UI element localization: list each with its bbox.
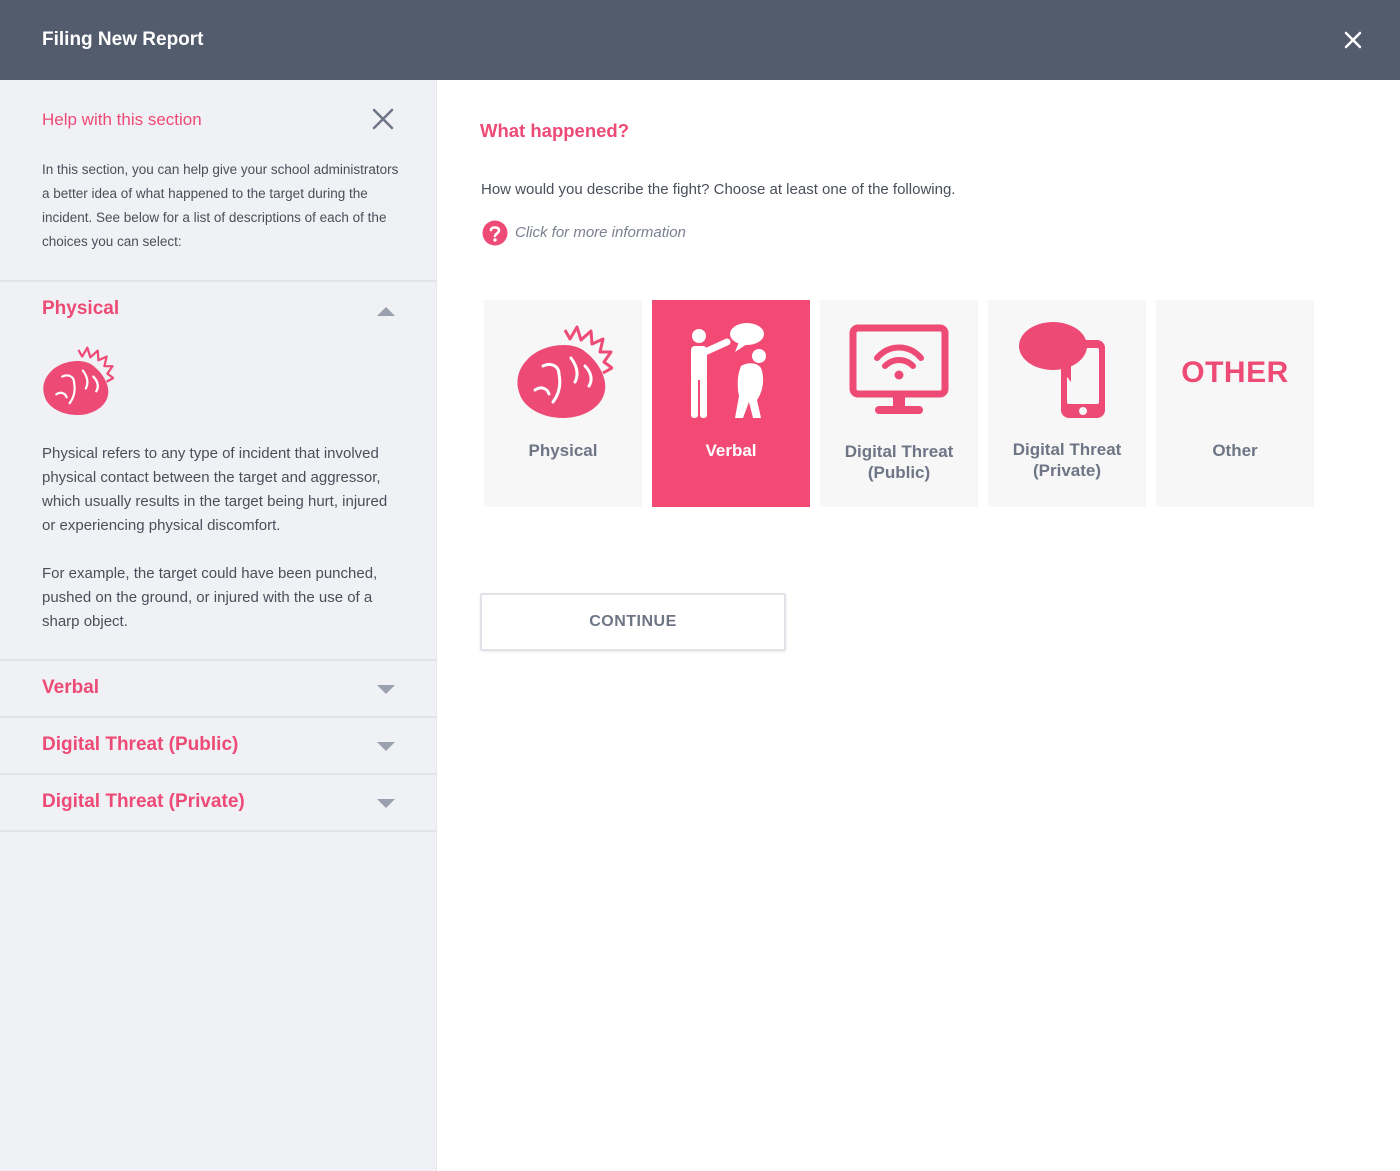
option-card-physical[interactable]: Physical [484,300,642,507]
close-icon[interactable] [1340,27,1366,53]
option-label: Other [1212,441,1258,460]
help-physical-paragraph: Physical refers to any type of incident … [42,445,388,534]
help-section-label: Verbal [42,677,100,698]
fist-icon [513,322,613,422]
other-icon-text: OTHER [1181,356,1289,389]
option-card-digital-public[interactable]: Digital Threat (Public) [820,300,978,507]
help-section-verbal-header[interactable]: Verbal [0,661,437,716]
option-label-line1: Digital Threat [1012,440,1122,459]
option-card-verbal[interactable]: Verbal [652,300,810,507]
option-card-digital-private[interactable]: Digital Threat (Private) [988,300,1146,507]
option-label: Digital Threat (Private) [988,439,1146,481]
more-info-text: Click for more information [515,224,686,241]
help-section-digital-private-header[interactable]: Digital Threat (Private) [0,775,437,830]
option-card-other[interactable]: OTHER Other [1156,300,1314,507]
verbal-speech-icon [681,322,781,422]
help-section-label: Physical [42,298,120,319]
help-close-icon[interactable] [370,106,396,132]
top-bar: Filing New Report [0,0,1400,80]
divider [0,830,437,832]
option-label-line1: Digital Threat [844,442,954,461]
fist-icon [40,344,114,418]
phone-chat-icon [1017,322,1117,422]
option-label: Digital Threat (Public) [820,441,978,483]
help-section-digital-public-header[interactable]: Digital Threat (Public) [0,718,437,773]
question-title: What happened? [480,120,630,141]
help-section-physical-header[interactable]: Physical [0,282,437,337]
monitor-wifi-icon [849,322,949,422]
help-description: In this section, you can help give your … [42,162,399,249]
option-label-line2: (Private) [1032,461,1102,480]
question-description: How would you describe the fight? Choose… [481,181,956,198]
option-label: Verbal [705,441,757,460]
help-physical-example: For example, the target could have been … [42,565,378,630]
help-title: Help with this section [42,110,202,129]
option-label-line2: (Public) [867,463,931,482]
chevron-up-icon [377,307,395,316]
help-section-label: Digital Threat (Private) [42,791,245,812]
help-sidebar: Help with this section In this section, … [0,80,437,1171]
continue-button[interactable]: CONTINUE [480,593,786,651]
help-section-label: Digital Threat (Public) [42,734,239,755]
chevron-down-icon [377,685,395,694]
chevron-down-icon [377,742,395,751]
chevron-down-icon [377,799,395,808]
question-mark-icon [482,220,508,246]
page-title: Filing New Report [42,29,204,50]
option-label: Physical [528,441,598,460]
